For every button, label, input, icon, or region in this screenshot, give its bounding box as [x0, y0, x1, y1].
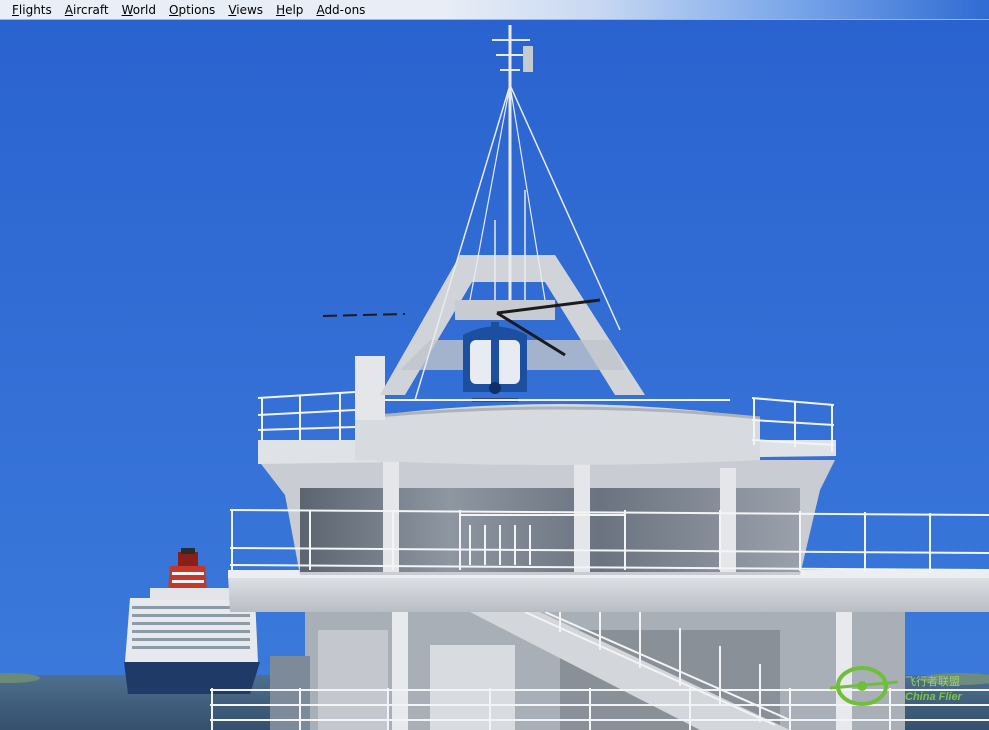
mast-antenna [523, 46, 533, 72]
menu-views-rest: iews [236, 2, 264, 17]
watermark-text-en: China Flier [905, 691, 963, 703]
menu-help-rest: elp [285, 2, 304, 17]
menu-flights-accel: F [12, 2, 19, 17]
menu-world-accel: W [121, 2, 133, 17]
menu-help[interactable]: Help [270, 1, 310, 19]
watermark-text-cn: 飞行者联盟 [905, 675, 960, 688]
menu-views[interactable]: Views [222, 1, 270, 19]
menu-flights[interactable]: Flights [0, 1, 59, 19]
simulator-viewport[interactable]: 飞行者联盟 China Flier [0, 20, 989, 730]
menu-addons[interactable]: Add-ons [310, 1, 372, 19]
menu-options-rest: ptions [178, 2, 216, 17]
menu-aircraft-accel: A [64, 2, 73, 17]
menu-aircraft[interactable]: Aircraft [59, 1, 116, 19]
menu-bar: Flights Aircraft World Options Views Hel… [0, 0, 989, 20]
menu-addons-rest: dd-ons [324, 2, 366, 17]
menu-world-rest: orld [132, 2, 156, 17]
menu-options[interactable]: Options [163, 1, 222, 19]
menu-aircraft-rest: ircraft [72, 2, 109, 17]
menu-flights-rest: lights [18, 2, 52, 17]
menu-help-accel: H [276, 2, 286, 17]
menu-world[interactable]: World [116, 1, 163, 19]
